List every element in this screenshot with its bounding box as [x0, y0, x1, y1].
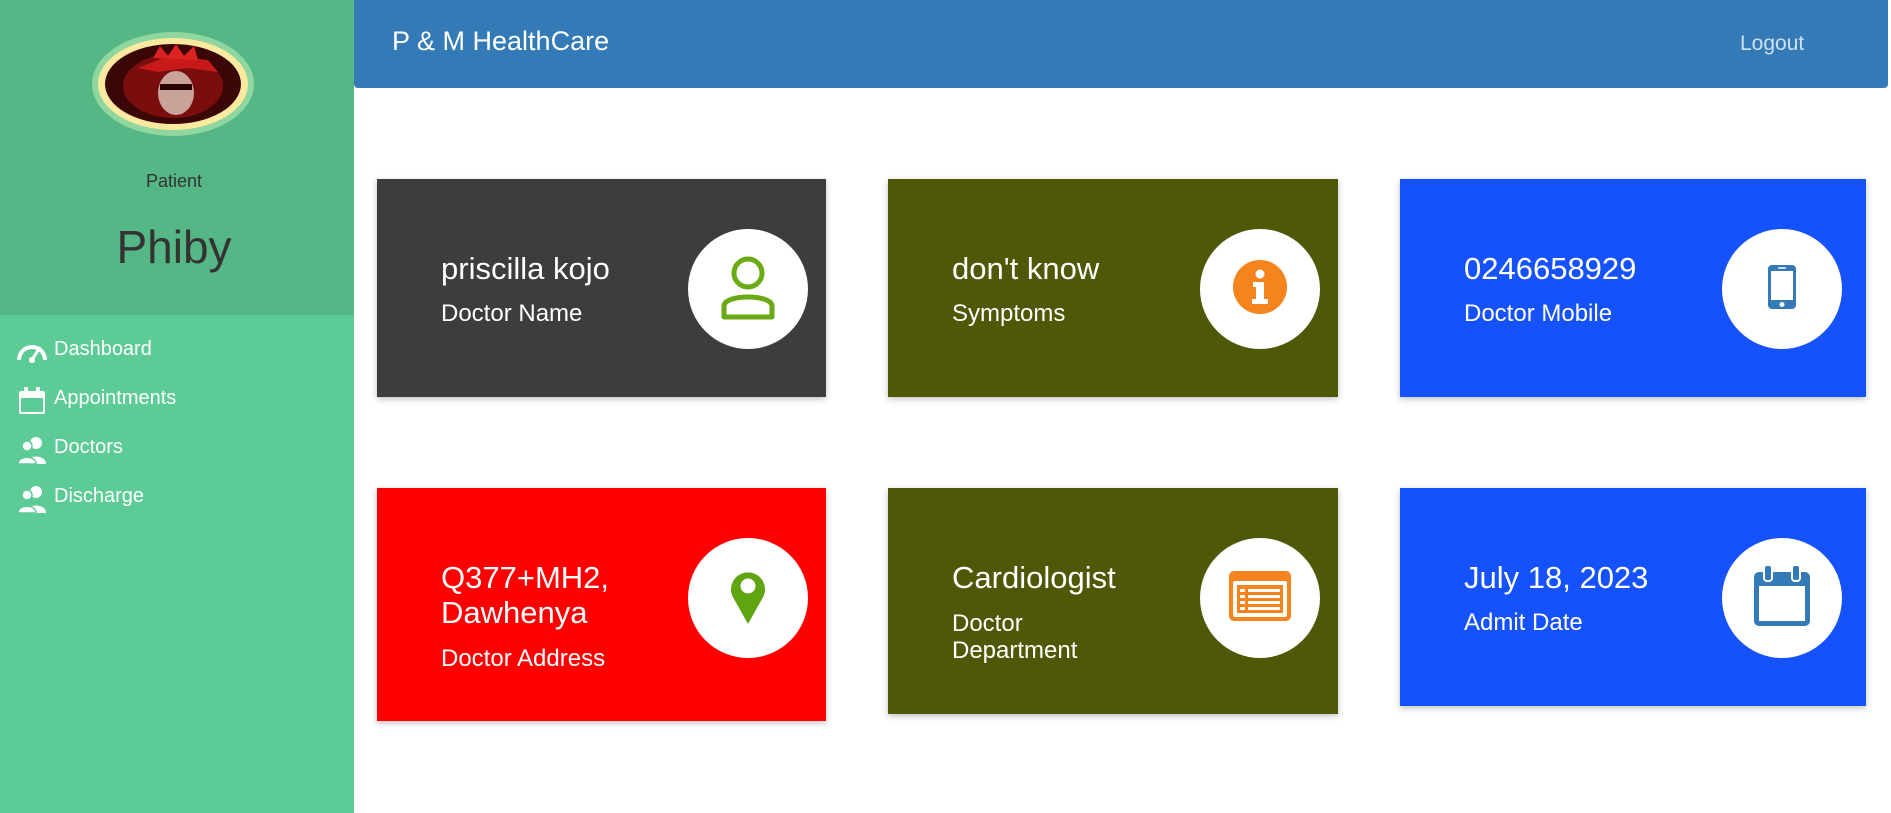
card-icon-circle	[1722, 538, 1842, 658]
sidebar-item-label: Discharge	[54, 485, 145, 507]
avatar	[98, 38, 248, 130]
card-doctor-mobile: 0246658929 Doctor Mobile	[1400, 179, 1866, 397]
profile-panel: Patient Phiby	[0, 0, 354, 315]
sidebar-item-appointments[interactable]: Appointments	[0, 381, 354, 430]
card-label: Symptoms	[952, 300, 1066, 327]
calendar-icon	[1752, 563, 1812, 633]
info-icon	[1232, 259, 1288, 320]
user-icon	[718, 254, 778, 325]
speedometer-icon	[16, 336, 48, 368]
top-navbar: P & M HealthCare Logout	[354, 0, 1888, 88]
card-label: Doctor Department	[952, 610, 1078, 664]
user-name: Phiby	[116, 221, 232, 273]
users-icon	[16, 434, 48, 466]
card-label: Doctor Name	[441, 300, 583, 327]
card-value: Cardiologist	[952, 560, 1116, 595]
card-label: Admit Date	[1464, 609, 1583, 636]
card-icon-circle	[688, 229, 808, 349]
card-value: July 18, 2023	[1464, 560, 1649, 595]
logout-link[interactable]: Logout	[1740, 32, 1804, 56]
card-label: Doctor Address	[441, 645, 606, 672]
card-icon-circle	[688, 538, 808, 658]
card-doctor-name: priscilla kojo Doctor Name	[377, 179, 826, 397]
brand-title[interactable]: P & M HealthCare	[392, 26, 609, 57]
sidebar-item-dashboard[interactable]: Dashboard	[0, 332, 354, 381]
sidebar-nav: Dashboard Appointments Doctors Discharge	[0, 332, 354, 528]
card-icon-circle	[1200, 229, 1320, 349]
sidebar-item-label: Appointments	[54, 387, 177, 409]
card-icon-circle	[1200, 538, 1320, 658]
card-value: Q377+MH2, Dawhenya	[441, 560, 610, 630]
sidebar-item-doctors[interactable]: Doctors	[0, 430, 354, 479]
users-icon	[16, 483, 48, 515]
mobile-phone-icon	[1767, 264, 1797, 315]
map-marker-icon	[728, 567, 768, 630]
card-doctor-address: Q377+MH2, Dawhenya Doctor Address	[377, 488, 826, 721]
sidebar: Patient Phiby Dashboard Appointments Doc…	[0, 0, 354, 813]
card-value: priscilla kojo	[441, 251, 610, 286]
list-card-icon	[1228, 570, 1292, 627]
card-icon-circle	[1722, 229, 1842, 349]
card-value: don't know	[952, 251, 1100, 286]
user-role: Patient	[145, 171, 203, 191]
sidebar-item-label: Doctors	[54, 436, 123, 458]
card-admit-date: July 18, 2023 Admit Date	[1400, 488, 1866, 706]
card-value: 0246658929	[1464, 251, 1637, 286]
sidebar-item-label: Dashboard	[54, 338, 152, 360]
sidebar-item-discharge[interactable]: Discharge	[0, 479, 354, 528]
calendar-icon	[16, 385, 48, 417]
card-doctor-department: Cardiologist Doctor Department	[888, 488, 1338, 714]
card-label: Doctor Mobile	[1464, 300, 1613, 327]
card-symptoms: don't know Symptoms	[888, 179, 1338, 397]
